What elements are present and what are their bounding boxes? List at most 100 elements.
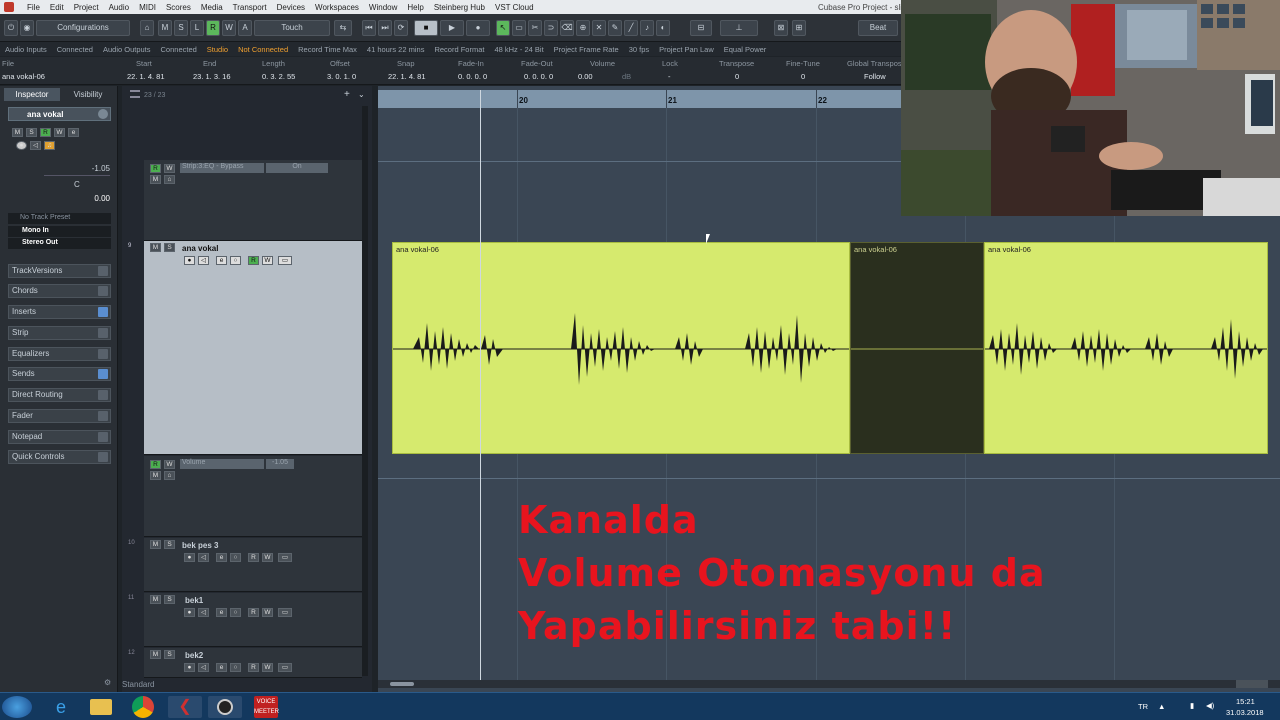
track-settings-button[interactable]: ▭ bbox=[278, 553, 292, 562]
snap-button[interactable]: ⊟ bbox=[690, 20, 712, 36]
inspector-edit-button[interactable]: e bbox=[68, 128, 79, 137]
track-preset-selector[interactable]: No Track Preset bbox=[8, 213, 111, 224]
network-icon[interactable]: ▮ bbox=[1190, 701, 1194, 710]
read-automation-button[interactable]: R bbox=[206, 20, 220, 36]
inspector-monitor-button[interactable]: ◁ bbox=[30, 141, 41, 150]
menu-edit[interactable]: Edit bbox=[45, 3, 69, 12]
track-monitor-button[interactable]: ◁ bbox=[198, 553, 209, 562]
autoscroll-button[interactable]: ⇆ bbox=[334, 20, 352, 36]
add-track-button[interactable]: + bbox=[344, 89, 350, 100]
track-name[interactable]: bek2 bbox=[185, 651, 203, 660]
activate-project-button[interactable]: ⏻ bbox=[4, 20, 18, 36]
section-quick-controls[interactable]: Quick Controls bbox=[8, 450, 111, 464]
menu-devices[interactable]: Devices bbox=[272, 3, 310, 12]
track-list-menu-icon[interactable] bbox=[130, 90, 140, 98]
track-mute-button[interactable]: M bbox=[150, 650, 161, 659]
audio-event[interactable]: ana vokal-06 bbox=[984, 242, 1268, 454]
track-record-button[interactable]: ● bbox=[184, 553, 195, 562]
automation-lock-button[interactable]: ⌂ bbox=[164, 175, 175, 184]
track-write-button[interactable]: W bbox=[262, 663, 273, 672]
file-explorer-icon[interactable] bbox=[90, 699, 112, 715]
glue-tool[interactable]: ⊃ bbox=[544, 20, 558, 36]
record-button[interactable]: ● bbox=[466, 20, 490, 36]
section-inserts[interactable]: Inserts bbox=[8, 305, 111, 319]
info-value-end[interactable]: 23. 1. 3. 16 bbox=[193, 72, 231, 81]
automation-all-button[interactable]: A bbox=[238, 20, 252, 36]
track-solo-button[interactable]: S bbox=[164, 595, 175, 604]
inspector-lock-button[interactable]: ♫ bbox=[44, 141, 55, 150]
studio-state[interactable]: Not Connected bbox=[233, 45, 293, 54]
clock-time[interactable]: 15:21 bbox=[1236, 697, 1255, 706]
volume-fader[interactable]: -1.05 bbox=[44, 164, 110, 176]
info-value-start[interactable]: 22. 1. 4. 81 bbox=[127, 72, 165, 81]
menu-workspaces[interactable]: Workspaces bbox=[310, 3, 364, 12]
track-mute-button[interactable]: M bbox=[150, 243, 161, 252]
solo-all-button[interactable]: S bbox=[174, 20, 188, 36]
obs-icon[interactable] bbox=[208, 696, 242, 718]
track-name[interactable]: bek pes 3 bbox=[182, 541, 218, 550]
audio-outputs-state[interactable]: Connected bbox=[156, 45, 202, 54]
menu-scores[interactable]: Scores bbox=[161, 3, 196, 12]
object-selection-tool[interactable]: ↖ bbox=[496, 20, 510, 36]
track-mute-button[interactable]: M bbox=[150, 595, 161, 604]
track-read-button[interactable]: R bbox=[248, 608, 259, 617]
volume-automation-param-select[interactable]: Volume bbox=[180, 459, 264, 469]
rewind-button[interactable]: ⏮ bbox=[362, 20, 376, 36]
frame-rate-value[interactable]: 30 fps bbox=[624, 45, 654, 54]
track-solo-button[interactable]: S bbox=[164, 650, 175, 659]
info-value-volume[interactable]: 0.00 bbox=[578, 72, 593, 81]
info-value-global-transpose[interactable]: Follow bbox=[864, 72, 886, 81]
inspector-solo-button[interactable]: S bbox=[26, 128, 37, 137]
tray-expand-icon[interactable]: ▲ bbox=[1158, 702, 1165, 711]
track-edit-icon[interactable] bbox=[98, 109, 108, 119]
track-channel-button[interactable]: ○ bbox=[230, 256, 241, 265]
info-value-lock[interactable]: - bbox=[668, 72, 671, 81]
record-format-value[interactable]: 48 kHz - 24 Bit bbox=[489, 45, 548, 54]
audio-event-muted[interactable]: ana vokal-06 bbox=[850, 242, 984, 454]
automation-param-select[interactable]: Strip:3:EQ - Bypass bbox=[180, 163, 264, 173]
audio-event[interactable]: ana vokal-06 bbox=[392, 242, 850, 454]
erase-tool[interactable]: ⌫ bbox=[560, 20, 574, 36]
section-direct-routing[interactable]: Direct Routing bbox=[8, 388, 111, 402]
menu-steinberg-hub[interactable]: Steinberg Hub bbox=[429, 3, 490, 12]
project-cursor[interactable] bbox=[480, 90, 481, 680]
track-write-button[interactable]: W bbox=[262, 608, 273, 617]
track-solo-button[interactable]: S bbox=[164, 540, 175, 549]
track-monitor-button[interactable]: ◁ bbox=[198, 608, 209, 617]
configurations-button[interactable]: Configurations bbox=[36, 20, 130, 36]
cubase-taskbar-icon[interactable]: ❮ bbox=[168, 696, 202, 718]
play-tool[interactable]: ♪ bbox=[640, 20, 654, 36]
settings-gear-icon[interactable]: ⚙ bbox=[104, 678, 111, 687]
track-write-button[interactable]: W bbox=[262, 256, 273, 265]
voicemeeter-icon[interactable]: VOICE MEETER bbox=[254, 696, 279, 718]
track-solo-button[interactable]: S bbox=[164, 243, 175, 252]
automation-value-field[interactable]: On bbox=[266, 163, 328, 173]
section-sends[interactable]: Sends bbox=[8, 367, 111, 381]
pan-control[interactable]: C bbox=[44, 180, 110, 194]
grid-type-select[interactable]: Beat bbox=[858, 20, 898, 36]
track-channel-button[interactable]: ○ bbox=[230, 663, 241, 672]
section-trackversions[interactable]: TrackVersions bbox=[8, 264, 111, 278]
track-read-button[interactable]: R bbox=[248, 553, 259, 562]
track-name[interactable]: ana vokal bbox=[182, 244, 218, 253]
volume-automation-write-button[interactable]: W bbox=[164, 460, 175, 469]
track-record-button[interactable]: ● bbox=[184, 256, 195, 265]
inspector-mute-button[interactable]: M bbox=[12, 128, 23, 137]
menu-file[interactable]: File bbox=[22, 3, 45, 12]
track-list-dropdown-icon[interactable]: ⌄ bbox=[358, 90, 365, 99]
stop-button[interactable]: ■ bbox=[414, 20, 438, 36]
track-read-button[interactable]: R bbox=[248, 663, 259, 672]
track-record-button[interactable]: ● bbox=[184, 663, 195, 672]
mute-tool[interactable]: ✕ bbox=[592, 20, 606, 36]
automation-read-button[interactable]: R bbox=[150, 164, 161, 173]
automation-write-button[interactable]: W bbox=[164, 164, 175, 173]
track-read-button[interactable]: R bbox=[248, 256, 259, 265]
mute-all-button[interactable]: M bbox=[158, 20, 172, 36]
track-edit-button[interactable]: e bbox=[216, 663, 227, 672]
menu-audio[interactable]: Audio bbox=[104, 3, 134, 12]
track-bek-pes-3[interactable]: 10 M S bek pes 3 ● ◁ e ○ R W ▭ bbox=[128, 538, 362, 592]
color-tool[interactable]: ◐ bbox=[656, 20, 670, 36]
track-list-scrollbar[interactable] bbox=[362, 106, 368, 676]
track-ana-vokal[interactable]: 9 M S ana vokal ● ◁ e ○ R W ▭ bbox=[128, 241, 362, 455]
input-routing-selector[interactable]: Mono In bbox=[8, 226, 111, 237]
